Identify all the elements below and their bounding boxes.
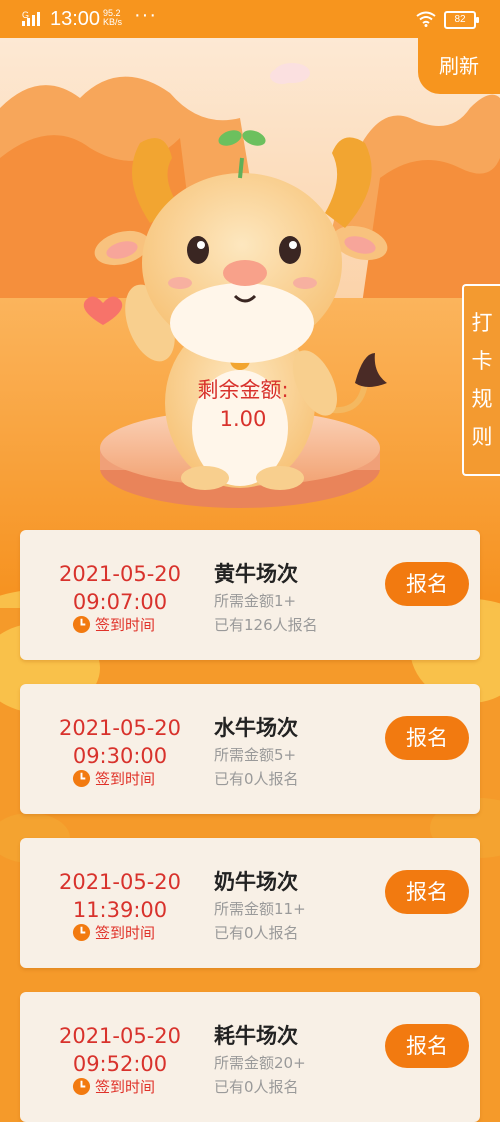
session-card: 2021-05-20 09:30:00 签到时间 水牛场次 所需金额5+ 已有0… [20, 684, 480, 814]
session-date: 2021-05-20 [58, 1024, 182, 1048]
session-required-amount: 所需金额20+ [214, 1054, 306, 1072]
checkin-text: 签到时间 [95, 924, 156, 942]
clock-icon [72, 1077, 91, 1096]
checkin-time-label: 签到时间 [72, 922, 155, 943]
checkin-text: 签到时间 [95, 770, 156, 788]
session-time: 09:30:00 [72, 744, 168, 768]
balance-label: 剩余金额: [197, 378, 289, 402]
session-date: 2021-05-20 [58, 716, 182, 740]
signup-button[interactable]: 报名 [385, 716, 469, 760]
rules-char: 打 [471, 311, 493, 335]
network-speed: 95.2 KB/s [103, 9, 122, 27]
rules-char: 规 [471, 387, 493, 411]
session-time: 09:52:00 [72, 1052, 168, 1076]
session-signup-count: 已有0人报名 [214, 770, 299, 788]
session-datetime: 2021-05-20 09:52:00 [50, 1022, 190, 1078]
clock-icon [72, 923, 91, 942]
session-title: 耗牛场次 [214, 1024, 298, 1048]
checkin-text: 签到时间 [95, 1078, 156, 1096]
session-time: 09:07:00 [72, 590, 168, 614]
cow-illustration [0, 38, 500, 608]
session-date: 2021-05-20 [58, 870, 182, 894]
checkin-rules-button[interactable]: 打 卡 规 则 [462, 284, 500, 476]
rules-char: 卡 [471, 349, 493, 373]
status-time: 13:00 [50, 8, 101, 30]
checkin-time-label: 签到时间 [72, 1076, 155, 1097]
network-speed-unit: KB/s [103, 17, 123, 27]
checkin-text: 签到时间 [95, 616, 156, 634]
session-title: 奶牛场次 [214, 870, 298, 894]
session-signup-count: 已有0人报名 [214, 924, 299, 942]
status-bar: G 13:00 95.2 KB/s ··· 82 [0, 0, 500, 38]
session-time: 11:39:00 [72, 898, 168, 922]
signup-button[interactable]: 报名 [385, 1024, 469, 1068]
checkin-time-label: 签到时间 [72, 768, 155, 789]
signal-icon: G [22, 10, 40, 26]
wifi-icon [416, 11, 436, 27]
refresh-button[interactable]: 刷新 [418, 38, 500, 94]
clock-icon [72, 769, 91, 788]
hero-banner [0, 38, 500, 608]
session-datetime: 2021-05-20 11:39:00 [50, 868, 190, 924]
rules-char: 则 [471, 425, 493, 449]
session-title: 水牛场次 [214, 716, 298, 740]
session-datetime: 2021-05-20 09:30:00 [50, 714, 190, 770]
session-signup-count: 已有126人报名 [214, 616, 318, 634]
session-required-amount: 所需金额11+ [214, 900, 306, 918]
session-title: 黄牛场次 [214, 562, 298, 586]
session-required-amount: 所需金额1+ [214, 592, 297, 610]
session-card: 2021-05-20 09:52:00 签到时间 耗牛场次 所需金额20+ 已有… [20, 992, 480, 1122]
signup-button[interactable]: 报名 [385, 562, 469, 606]
balance-value: 1.00 [219, 407, 267, 431]
checkin-time-label: 签到时间 [72, 614, 155, 635]
signup-button[interactable]: 报名 [385, 870, 469, 914]
session-required-amount: 所需金额5+ [214, 746, 297, 764]
balance-display: 剩余金额: 1.00 [178, 376, 308, 434]
background-decoration [0, 608, 500, 863]
more-icon: ··· [134, 4, 157, 26]
session-date: 2021-05-20 [58, 562, 182, 586]
battery-icon: 82 [444, 11, 479, 29]
session-signup-count: 已有0人报名 [214, 1078, 299, 1096]
clock-icon [72, 615, 91, 634]
session-datetime: 2021-05-20 09:07:00 [50, 560, 190, 616]
session-card: 2021-05-20 09:07:00 签到时间 黄牛场次 所需金额1+ 已有1… [20, 530, 480, 660]
session-card: 2021-05-20 11:39:00 签到时间 奶牛场次 所需金额11+ 已有… [20, 838, 480, 968]
